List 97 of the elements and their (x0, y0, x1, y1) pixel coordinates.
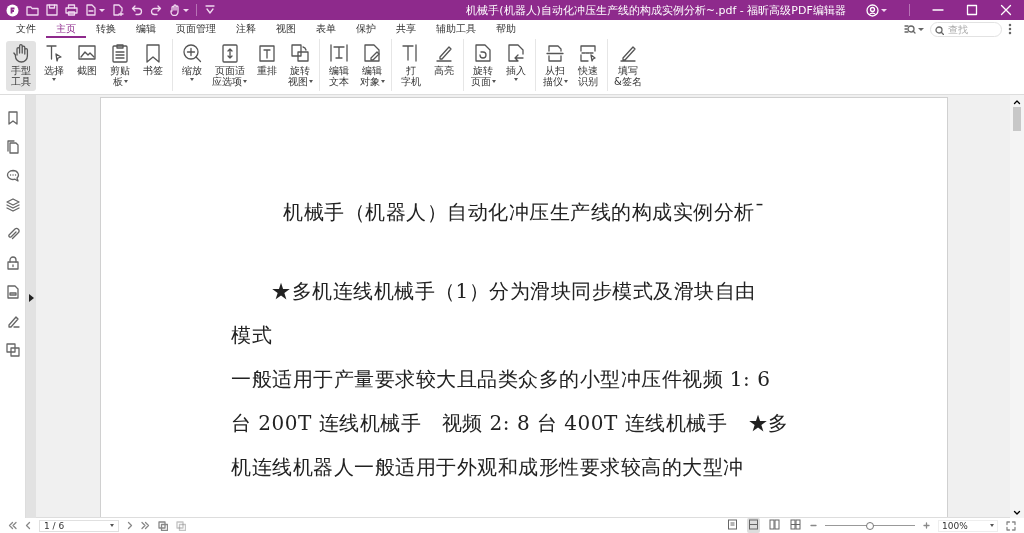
ribbon-tool-button[interactable]: 高亮 (429, 41, 459, 91)
pages-icon[interactable] (5, 140, 20, 154)
zoom-slider-thumb[interactable] (866, 522, 874, 530)
ribbon-tool-button[interactable]: 填写 &签名 (612, 41, 644, 91)
document-text-line: ★多机连线机械手（1）分为滑块同步模式及滑块自由 (270, 278, 757, 305)
menu-tab[interactable]: 辅助工具 (426, 20, 486, 38)
previous-page-icon[interactable] (25, 521, 31, 530)
zoom-in-icon[interactable] (923, 522, 930, 529)
bookmark-icon[interactable] (5, 111, 20, 125)
ribbon-tool-button[interactable]: 编辑 对象 (357, 41, 387, 91)
menu-tab[interactable]: 表单 (306, 20, 346, 38)
document-text-line: 机连线机器人一般适用于外观和成形性要求较高的大型冲 (231, 454, 745, 481)
layers-icon[interactable] (5, 198, 20, 212)
first-page-icon[interactable] (8, 521, 17, 530)
compare-icon[interactable] (5, 343, 20, 357)
edit-object-icon (362, 43, 382, 63)
close-icon[interactable] (1000, 4, 1012, 16)
ribbon-tool-button[interactable]: 旋转 视图 (285, 41, 315, 91)
ribbon-tool-button[interactable]: 打 字机 (396, 41, 426, 91)
document-title: 机械手（机器人）自动化冲压生产线的构成实例分析¯ (282, 200, 766, 224)
text-box-icon (257, 43, 277, 63)
rotate-view-icon (290, 43, 310, 63)
save-icon[interactable] (46, 4, 58, 16)
image-icon (77, 43, 97, 63)
menu-tab[interactable]: 保护 (346, 20, 386, 38)
scroll-up-icon[interactable] (1013, 99, 1021, 105)
ribbon-tool-button[interactable]: 选择 (39, 41, 69, 91)
ribbon-tool-button[interactable]: 缩放 (177, 41, 207, 91)
search-field[interactable]: 查找 (930, 21, 1002, 37)
document-text-line: 台 200T 连线机械手 视频 2: 8 台 400T 连线机械手 ★多 (231, 410, 790, 437)
text-cursor-icon (44, 43, 64, 63)
scanner-icon (545, 43, 565, 63)
hand-icon[interactable] (169, 4, 181, 16)
edit-text-icon (329, 43, 349, 63)
hand-icon (11, 43, 31, 63)
last-page-icon[interactable] (141, 521, 150, 530)
continuous-view-icon[interactable] (747, 518, 760, 533)
two-page-continuous-view-icon[interactable] (789, 518, 802, 533)
lock-icon[interactable] (5, 256, 20, 270)
expand-panel-icon[interactable] (28, 293, 34, 302)
signature-icon[interactable] (5, 314, 20, 328)
ribbon-tool-button[interactable]: 从扫 描仪 (540, 41, 570, 91)
bookmark-icon (143, 43, 163, 63)
copy-pages-icon[interactable] (158, 520, 168, 531)
fullscreen-icon[interactable] (1006, 520, 1016, 531)
menu-tab[interactable]: 共享 (386, 20, 426, 38)
menu-tab[interactable]: 页面管理 (166, 20, 226, 38)
next-page-icon[interactable] (127, 521, 133, 530)
ocr-icon (578, 43, 598, 63)
search-icon (935, 25, 944, 35)
ribbon-tool-button[interactable]: 快速 识别 (573, 41, 603, 91)
menu-tab[interactable]: 视图 (266, 20, 306, 38)
print-icon[interactable] (65, 4, 78, 16)
fit-page-icon (219, 43, 240, 63)
menu-tab[interactable]: 编辑 (126, 20, 166, 38)
menu-tab[interactable]: 文件 (6, 20, 46, 38)
paperclip-icon[interactable] (5, 227, 20, 241)
ribbon-tool-button[interactable]: 页面适 应选项 (210, 41, 249, 91)
customize-icon[interactable] (204, 4, 216, 16)
ribbon-tool-button[interactable]: 旋转 页面 (468, 41, 498, 91)
scroll-thumb[interactable] (1013, 107, 1021, 131)
undo-icon[interactable] (131, 4, 143, 16)
user-icon[interactable] (866, 3, 879, 17)
scroll-down-icon[interactable] (1013, 510, 1021, 516)
ribbon-tool-button[interactable]: 截图 (72, 41, 102, 91)
ribbon-tool-button[interactable]: 插入 (501, 41, 531, 91)
more-icon[interactable] (1008, 23, 1012, 35)
comment-icon[interactable] (5, 169, 20, 183)
document-text-line: 模式 (231, 322, 273, 349)
form-icon[interactable] (5, 285, 20, 299)
document-text-line: 一般适用于产量要求较大且品类众多的小型冲压件视频 1: 6 (231, 366, 772, 393)
menu-tab[interactable]: 注释 (226, 20, 266, 38)
ribbon-tool-button[interactable]: 书签 (138, 41, 168, 91)
add-document-icon[interactable] (112, 4, 124, 16)
app-logo-icon (6, 3, 19, 17)
window-title: 机械手(机器人)自动化冲压生产线的构成实例分析~.pdf - 福昕高级PDF编辑器 (465, 2, 847, 18)
redo-icon[interactable] (150, 4, 162, 16)
insert-page-icon (506, 43, 526, 63)
menu-tab[interactable]: 转换 (86, 20, 126, 38)
folder-icon[interactable] (26, 4, 39, 16)
ribbon-tool-button[interactable]: 重排 (252, 41, 282, 91)
zoom-in-icon (182, 43, 202, 63)
ribbon-tool-button[interactable]: 手型 工具 (6, 41, 36, 91)
clipboard-icon (110, 43, 130, 63)
rotate-page-icon (473, 43, 493, 63)
search-options-icon[interactable] (904, 23, 916, 35)
page-number-field[interactable]: 1 / 6 (39, 519, 119, 532)
ribbon-tool-button[interactable]: 剪贴 板 (105, 41, 135, 91)
single-page-view-icon[interactable] (726, 518, 739, 533)
menu-tab[interactable]: 帮助 (486, 20, 526, 38)
two-page-view-icon[interactable] (768, 518, 781, 533)
zoom-out-icon[interactable] (810, 522, 817, 529)
maximize-icon[interactable] (966, 4, 978, 16)
ribbon-tool-button[interactable]: 编辑 文本 (324, 41, 354, 91)
document-icon[interactable] (85, 4, 97, 16)
vertical-scrollbar[interactable] (1010, 95, 1024, 518)
zoom-level-field[interactable]: 100% (938, 519, 998, 532)
